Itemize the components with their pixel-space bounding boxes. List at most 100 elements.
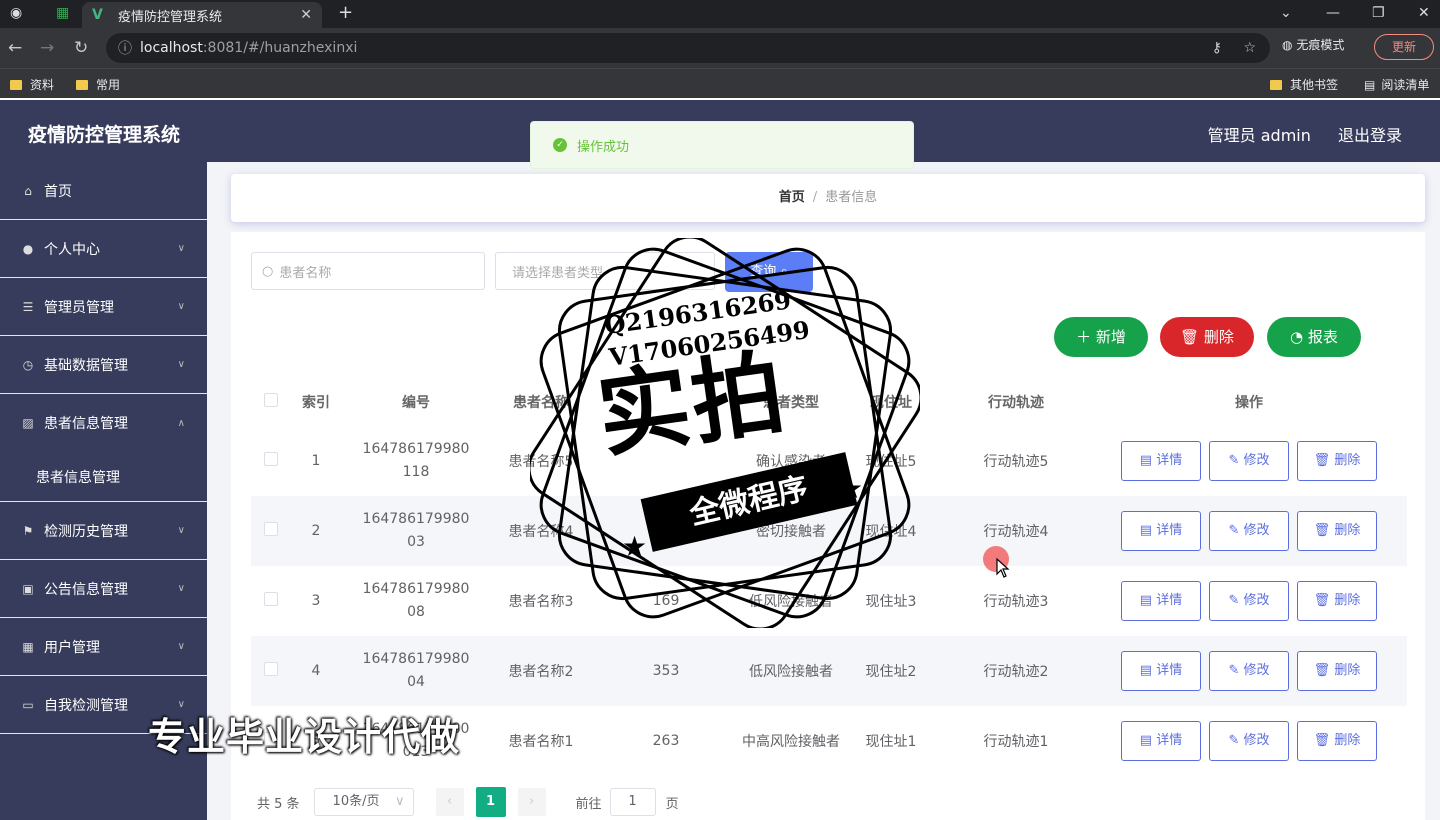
globe-icon[interactable]: ◉	[10, 5, 22, 21]
table-header-row: 索引 编号 患者名称 患者类型 现住址 行动轨迹 操作	[251, 378, 1407, 426]
incognito-label: 无痕模式	[1296, 38, 1345, 52]
logout-link[interactable]: 退出登录	[1338, 126, 1402, 145]
goto-page-input[interactable]: 1	[609, 788, 656, 816]
sheet-tab-icon[interactable]: ▦	[56, 5, 69, 21]
clock-icon: ◷	[22, 357, 34, 372]
detail-button[interactable]: ▤ 详情	[1121, 581, 1201, 621]
row-checkbox[interactable]	[264, 662, 278, 676]
back-icon[interactable]: ←	[8, 38, 22, 58]
row-select-cell	[251, 426, 291, 496]
cell-index: 1	[311, 453, 321, 469]
row-checkbox[interactable]	[264, 592, 278, 606]
minimize-icon[interactable]: —	[1326, 5, 1340, 21]
close-window-icon[interactable]: ✕	[1418, 5, 1430, 21]
update-button[interactable]: 更新	[1374, 34, 1434, 60]
reload-icon[interactable]: ↻	[74, 38, 88, 58]
incognito-indicator[interactable]: ◍ 无痕模式	[1282, 36, 1344, 53]
star-icon[interactable]: ☆	[1243, 40, 1256, 56]
chevron-down-icon: ∨	[177, 243, 185, 254]
url-input[interactable]: ⓘ localhost:8081/#/huanzhexinxi ⚷ ☆	[106, 33, 1270, 63]
browser-tab-active[interactable]: V 疫情防控管理系统 ✕	[82, 2, 322, 28]
detail-button[interactable]: ▤ 详情	[1121, 721, 1201, 761]
tab-search-icon[interactable]: ⌄	[1280, 5, 1292, 21]
tab-close-icon[interactable]: ✕	[300, 7, 312, 23]
new-tab-icon[interactable]: +	[338, 2, 353, 23]
chevron-up-icon: ∧	[177, 417, 185, 429]
detail-label: 详情	[1156, 663, 1183, 678]
delete-button[interactable]: 🗑 删除	[1297, 721, 1377, 761]
sidebar-subitem-patient-info[interactable]: 患者信息管理	[0, 452, 207, 502]
delete-label: 删除	[1334, 733, 1361, 748]
search-icon: ⌕	[780, 264, 788, 279]
cell-type: 中高风险接触者	[742, 734, 840, 750]
batch-delete-button[interactable]: 🗑 删除	[1160, 317, 1254, 357]
edit-icon: ✎	[1228, 663, 1240, 678]
detail-button[interactable]: ▤ 详情	[1121, 511, 1201, 551]
page-number-current[interactable]: 1	[475, 787, 506, 817]
forward-icon[interactable]: →	[40, 38, 54, 58]
bookmark-folder-other[interactable]: 其他书签	[1270, 76, 1338, 93]
list-icon: ☰	[22, 299, 34, 314]
patient-type-select[interactable]: 请选择患者类型	[495, 252, 715, 290]
patient-name-search-input[interactable]: ○ 患者名称	[251, 252, 485, 290]
cursor-icon	[996, 558, 1010, 578]
document-icon: ▤	[1139, 593, 1153, 608]
cursor-indicator	[983, 546, 1010, 578]
row-checkbox[interactable]	[264, 522, 278, 536]
trash-icon: 🗑	[1313, 593, 1331, 608]
detail-label: 详情	[1156, 733, 1183, 748]
edit-button[interactable]: ✎ 修改	[1209, 721, 1289, 761]
search-icon: ○	[262, 263, 274, 279]
edit-button[interactable]: ✎ 修改	[1209, 581, 1289, 621]
table-row: 3 16478617998008 患者名称3 169 低风险接触者 现住址3 行动轨迹3 ▤ …	[251, 566, 1407, 636]
sidebar-item-users[interactable]: ▦ 用户管理 ∨	[0, 618, 207, 676]
cell-name: 患者名称2	[491, 636, 591, 706]
sidebar-item-test-history[interactable]: ⚑ 检测历史管理 ∨	[0, 502, 207, 560]
key-icon[interactable]: ⚷	[1212, 40, 1222, 56]
folder-icon	[76, 79, 88, 90]
row-select-cell	[251, 566, 291, 636]
edit-button[interactable]: ✎ 修改	[1209, 511, 1289, 551]
delete-button[interactable]: 🗑 删除	[1297, 581, 1377, 621]
cell-value: 169	[652, 593, 680, 609]
cell-track: 行动轨迹2	[941, 636, 1091, 706]
sidebar-item-home[interactable]: ⌂ 首页	[0, 162, 207, 220]
cell-track: 行动轨迹4	[941, 496, 1091, 566]
info-icon[interactable]: ⓘ	[118, 38, 132, 58]
delete-button[interactable]: 🗑 删除	[1297, 441, 1377, 481]
select-placeholder: 请选择患者类型	[512, 265, 604, 281]
table-row: 4 16478617998004 患者名称2 353 低风险接触者 现住址2 行动轨迹2 ▤ …	[251, 636, 1407, 706]
sidebar-item-admin[interactable]: ☰ 管理员管理 ∨	[0, 278, 207, 336]
bookmark-folder-changyong[interactable]: 常用	[76, 76, 120, 93]
detail-label: 详情	[1156, 523, 1183, 538]
edit-label: 修改	[1243, 663, 1270, 678]
edit-label: 修改	[1243, 523, 1270, 538]
row-checkbox[interactable]	[264, 452, 278, 466]
bookmark-folder-ziliao[interactable]: 资料	[10, 76, 54, 93]
sidebar-item-patient[interactable]: ▨ 患者信息管理 ∧	[0, 394, 207, 452]
cell-number: 16478617998004	[341, 636, 491, 706]
reading-list[interactable]: ▤ 阅读清单	[1364, 76, 1429, 93]
next-page-button[interactable]: ›	[517, 788, 546, 816]
detail-button[interactable]: ▤ 详情	[1121, 651, 1201, 691]
delete-button[interactable]: 🗑 删除	[1297, 651, 1377, 691]
report-button[interactable]: ◔ 报表	[1267, 317, 1361, 357]
flag-icon: ⚑	[22, 523, 34, 538]
sidebar-item-notice[interactable]: ▣ 公告信息管理 ∨	[0, 560, 207, 618]
breadcrumb-home[interactable]: 首页	[779, 190, 805, 205]
sidebar-item-profile[interactable]: ● 个人中心 ∨	[0, 220, 207, 278]
detail-button[interactable]: ▤ 详情	[1121, 441, 1201, 481]
edit-button[interactable]: ✎ 修改	[1209, 651, 1289, 691]
delete-button[interactable]: 🗑 删除	[1297, 511, 1377, 551]
cell-number: 164786179980118	[341, 426, 491, 496]
select-all-checkbox[interactable]	[264, 393, 278, 407]
prev-page-button[interactable]: ‹	[435, 788, 464, 816]
restore-icon[interactable]: ❐	[1372, 5, 1385, 21]
page-unit-label: 页	[665, 796, 679, 812]
add-button[interactable]: ＋ 新增	[1054, 317, 1148, 357]
column-header: 索引	[302, 395, 330, 411]
page-size-select[interactable]: 10条/页 ∨	[313, 788, 414, 816]
sidebar-item-base-data[interactable]: ◷ 基础数据管理 ∨	[0, 336, 207, 394]
chevron-down-icon: ∨	[177, 583, 185, 594]
edit-button[interactable]: ✎ 修改	[1209, 441, 1289, 481]
